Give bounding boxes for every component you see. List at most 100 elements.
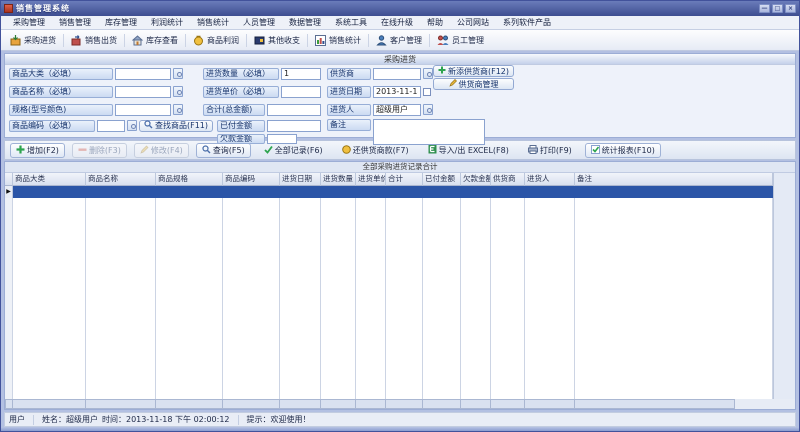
pencil-icon (140, 145, 149, 156)
col-header-date[interactable]: 进货日期 (280, 173, 321, 186)
paid-amount-input[interactable] (267, 119, 321, 132)
spec-dropdown-icon[interactable] (173, 104, 183, 115)
product-name-dropdown-icon[interactable] (173, 86, 183, 97)
toolbar-purchase-in[interactable]: 采购进货 (4, 33, 62, 48)
col-header-paid[interactable]: 已付金额 (423, 173, 461, 186)
check-icon (264, 145, 273, 156)
quantity-label: 进货数量（必填） (203, 67, 279, 80)
add-supplier-button[interactable]: 新添供货商(F12) (433, 65, 515, 77)
buyer-input[interactable] (373, 103, 421, 116)
search-icon (202, 144, 211, 156)
menu-item-sales[interactable]: 销售管理 (52, 16, 98, 29)
purchase-date-input[interactable] (373, 85, 421, 98)
menu-item-purchase[interactable]: 采购管理 (6, 16, 52, 29)
spec-input[interactable] (115, 103, 171, 116)
status-bar: 用户 姓名：超级用户 时间：2013-11-18 下午 02:00:12 提示：… (4, 412, 796, 427)
query-button[interactable]: 查询(F5) (195, 142, 251, 158)
add-button[interactable]: 增加(F2) (10, 142, 65, 158)
menu-item-data[interactable]: 数据管理 (282, 16, 328, 29)
product-name-input[interactable] (115, 85, 171, 98)
total-amount-input[interactable] (267, 103, 321, 116)
menu-item-inventory[interactable]: 库存管理 (98, 16, 144, 29)
selected-row[interactable]: ▶ (5, 186, 795, 198)
note-input[interactable] (373, 119, 485, 145)
sales-stats-icon (315, 34, 326, 46)
col-header-name[interactable]: 商品名称 (86, 173, 156, 186)
title-bar: 销售管理系统 — □ × (1, 1, 799, 16)
purchase-date-label: 进货日期 (327, 85, 371, 98)
close-button[interactable]: × (785, 4, 796, 13)
product-code-dropdown-icon[interactable] (127, 120, 137, 131)
toolbar-other-income[interactable]: 其他收支 (248, 33, 306, 48)
report-button[interactable]: 统计报表(F10) (584, 142, 661, 158)
col-header-unit-price[interactable]: 进货单价 (356, 173, 386, 186)
quantity-input[interactable] (281, 67, 321, 80)
toolbar-sales-out[interactable]: 销售出货 (65, 33, 123, 48)
supplier-dropdown-icon[interactable] (423, 68, 433, 79)
col-header-supplier[interactable]: 供货商 (491, 173, 525, 186)
toolbar-separator (185, 33, 186, 47)
grid-right-filler (773, 186, 795, 198)
col-header-total[interactable]: 合计 (386, 173, 423, 186)
delete-button: 删除(F3) (71, 142, 127, 158)
col-header-buyer[interactable]: 进货人 (525, 173, 575, 186)
printer-icon (527, 144, 538, 156)
grid-body[interactable] (5, 198, 795, 399)
col-header-note[interactable]: 备注 (575, 173, 773, 186)
col-header-code[interactable]: 商品编码 (223, 173, 280, 186)
col-header-quantity[interactable]: 进货数量 (321, 173, 356, 186)
menu-item-profit[interactable]: 利润统计 (144, 16, 190, 29)
status-tip: 提示：欢迎使用！ (246, 415, 311, 424)
menu-item-upgrade[interactable]: 在线升级 (374, 16, 420, 29)
row-selector-column (5, 198, 13, 399)
col-header-debt[interactable]: 欠款金额 (461, 173, 491, 186)
product-name-label: 商品名称（必填） (9, 85, 113, 98)
print-button[interactable]: 打印(F9) (522, 143, 578, 158)
app-window: 销售管理系统 — □ × 采购管理 销售管理 库存管理 利润统计 销售统计 人员… (0, 0, 800, 432)
buyer-dropdown-icon[interactable] (423, 104, 433, 115)
toolbar-customer-mgmt[interactable]: 客户管理 (370, 33, 428, 48)
grid-totals-row (5, 399, 795, 409)
toolbar: 采购进货 销售出货 库存查看 商品利润 其他收支 销售统计 客户管理 员工管理 (1, 30, 799, 51)
supplier-input[interactable] (373, 67, 421, 80)
menu-item-products[interactable]: 系列软件产品 (496, 16, 558, 29)
toolbar-employee-mgmt[interactable]: 员工管理 (431, 33, 490, 48)
app-icon (4, 4, 13, 13)
menu-item-system-tools[interactable]: 系统工具 (328, 16, 374, 29)
toolbar-separator (246, 33, 247, 47)
modify-button: 修改(F4) (133, 142, 189, 158)
pencil-icon (448, 79, 457, 89)
excel-icon (428, 144, 437, 156)
product-code-input[interactable] (97, 119, 125, 132)
category-input[interactable] (115, 67, 171, 80)
buyer-label: 进货人 (327, 103, 371, 116)
coin-icon (341, 144, 351, 156)
col-header-spec[interactable]: 商品规格 (156, 173, 223, 186)
toolbar-separator (429, 33, 430, 47)
status-time: 时间：2013-11-18 下午 02:00:12 (102, 415, 230, 424)
toolbar-inventory-view[interactable]: 库存查看 (126, 33, 184, 48)
toolbar-separator (63, 33, 64, 47)
grid-header-row: 商品大类 商品名称 商品规格 商品编码 进货日期 进货数量 进货单价 合计 已付… (5, 173, 795, 186)
find-product-button[interactable]: 查找商品(F11) (139, 119, 214, 132)
menu-item-help[interactable]: 帮助 (420, 16, 450, 29)
toolbar-product-profit[interactable]: 商品利润 (187, 33, 245, 48)
col-header-category[interactable]: 商品大类 (13, 173, 86, 186)
minimize-button[interactable]: — (759, 4, 770, 13)
manage-supplier-button[interactable]: 供货商管理 (433, 78, 515, 90)
all-records-button[interactable]: 全部记录(F6) (258, 143, 329, 158)
unit-price-input[interactable] (281, 85, 321, 98)
paid-amount-label: 已付金额 (217, 119, 265, 132)
records-grid-title: 全部采购进货记录合计 (5, 162, 795, 173)
menu-item-sales-stats[interactable]: 销售统计 (190, 16, 236, 29)
menu-item-website[interactable]: 公司网站 (450, 16, 496, 29)
debt-amount-input[interactable] (267, 133, 297, 144)
toolbar-sales-stats[interactable]: 销售统计 (309, 33, 367, 48)
date-checkbox[interactable] (423, 87, 431, 96)
maximize-button[interactable]: □ (772, 4, 783, 13)
category-dropdown-icon[interactable] (173, 68, 183, 79)
status-separator (237, 414, 239, 425)
window-bottom-edge (1, 427, 799, 431)
report-check-icon (590, 144, 600, 156)
menu-item-personnel[interactable]: 人员管理 (236, 16, 282, 29)
